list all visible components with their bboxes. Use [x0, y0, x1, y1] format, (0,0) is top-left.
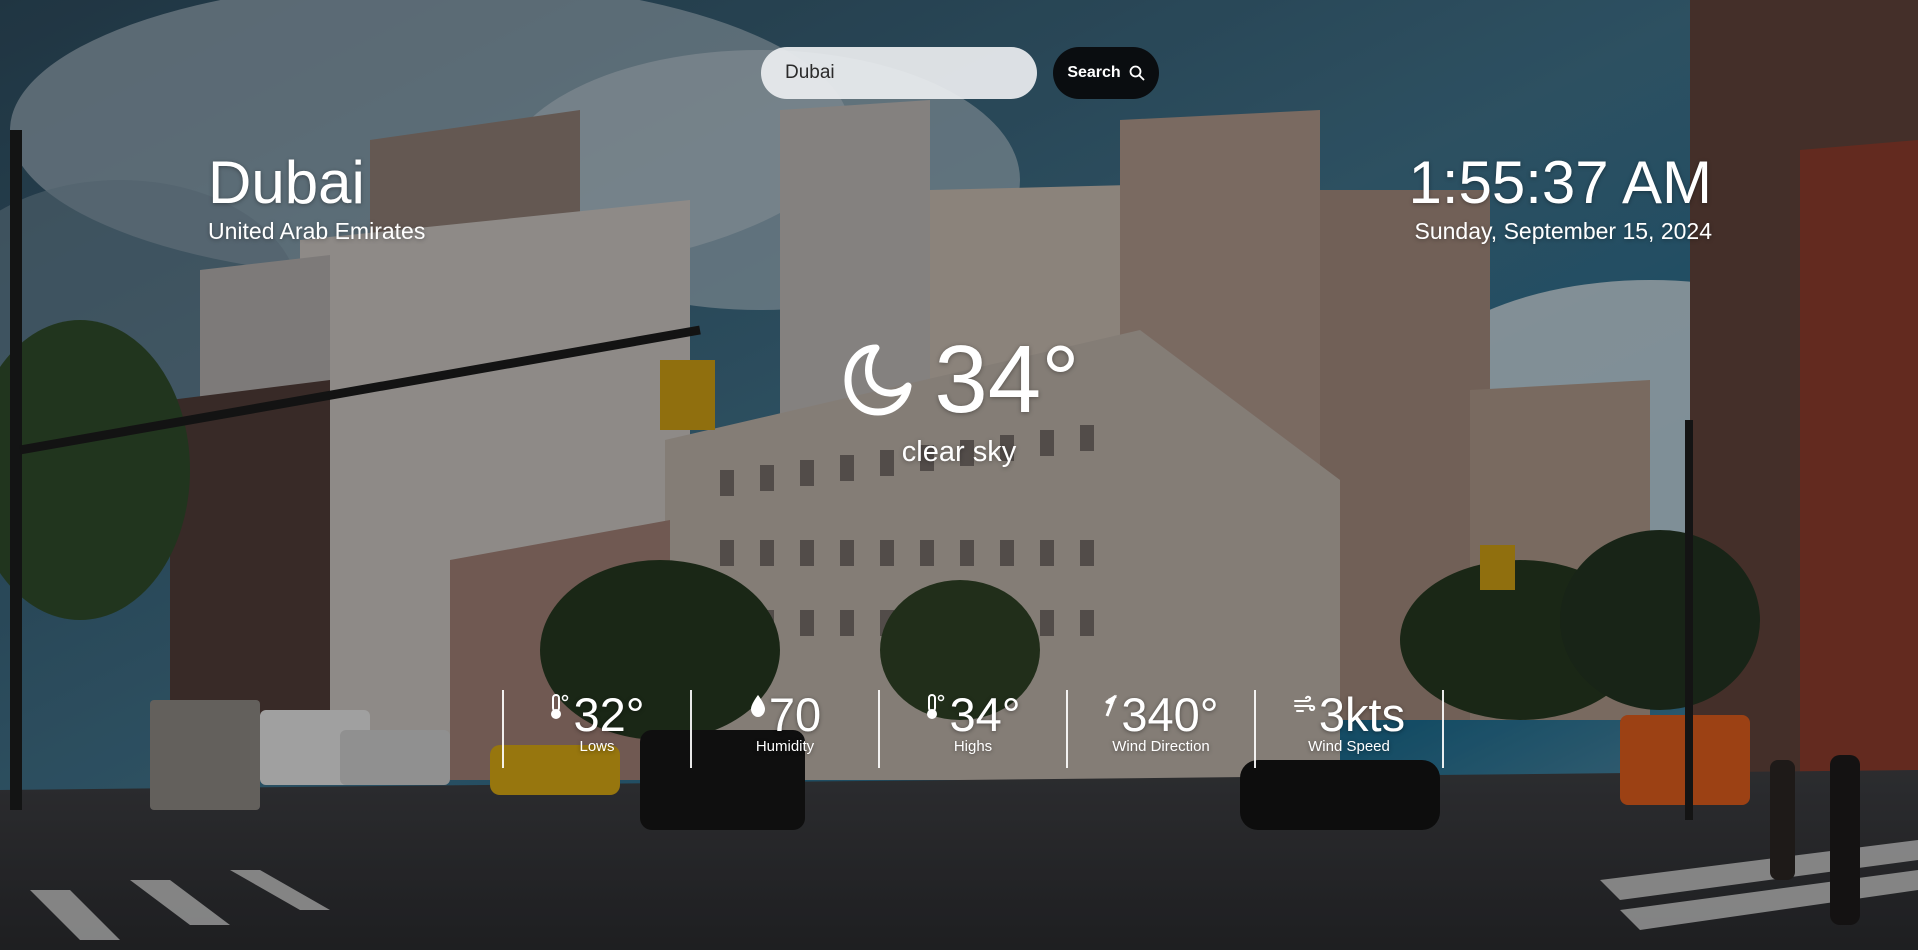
- current-temperature: 34°: [934, 326, 1080, 433]
- stat-lows: 32° Lows: [504, 688, 692, 768]
- location-block: Dubai United Arab Emirates: [208, 150, 425, 245]
- stat-label: Wind Direction: [1112, 738, 1210, 755]
- country-name: United Arab Emirates: [208, 218, 426, 244]
- city-name: Dubai: [208, 149, 365, 216]
- weather-condition: clear sky: [901, 436, 1017, 468]
- stat-label: Lows: [579, 738, 615, 755]
- droplet-icon: [749, 694, 767, 718]
- stat-highs: 34° Highs: [880, 688, 1068, 768]
- stat-value: 3kts: [1318, 688, 1406, 741]
- search-bar: Search: [761, 47, 1159, 99]
- clock-block: 1:55:37 AM Sunday, September 15, 2024: [1408, 150, 1712, 245]
- moon-icon: [838, 342, 914, 418]
- stat-value: 70: [768, 688, 822, 741]
- search-button[interactable]: Search: [1053, 47, 1159, 99]
- stat-wind-speed: 3kts Wind Speed: [1256, 688, 1444, 768]
- search-button-label: Search: [1067, 64, 1121, 81]
- wind-icon: [1293, 694, 1317, 716]
- local-date: Sunday, September 15, 2024: [1414, 218, 1712, 244]
- stat-label: Wind Speed: [1308, 738, 1390, 755]
- search-icon: [1129, 65, 1145, 81]
- current-weather: 34° clear sky: [0, 330, 1918, 469]
- stat-value: 34°: [949, 688, 1021, 741]
- background-image: [0, 0, 1918, 950]
- stat-value: 340°: [1121, 688, 1219, 741]
- thermometer-icon: [549, 694, 571, 720]
- search-input[interactable]: [761, 47, 1037, 99]
- local-time: 1:55:37 AM: [1408, 149, 1712, 216]
- stat-value: 32°: [573, 688, 645, 741]
- wind-direction-icon: [1103, 694, 1119, 718]
- stat-label: Highs: [953, 738, 993, 755]
- stat-wind-direction: 340° Wind Direction: [1068, 688, 1256, 768]
- weather-stats: 32° Lows 70 Humidity 34° Highs 340° Wind…: [502, 688, 1444, 768]
- stat-humidity: 70 Humidity: [692, 688, 880, 768]
- stat-label: Humidity: [755, 738, 815, 755]
- thermometer-icon: [925, 694, 947, 720]
